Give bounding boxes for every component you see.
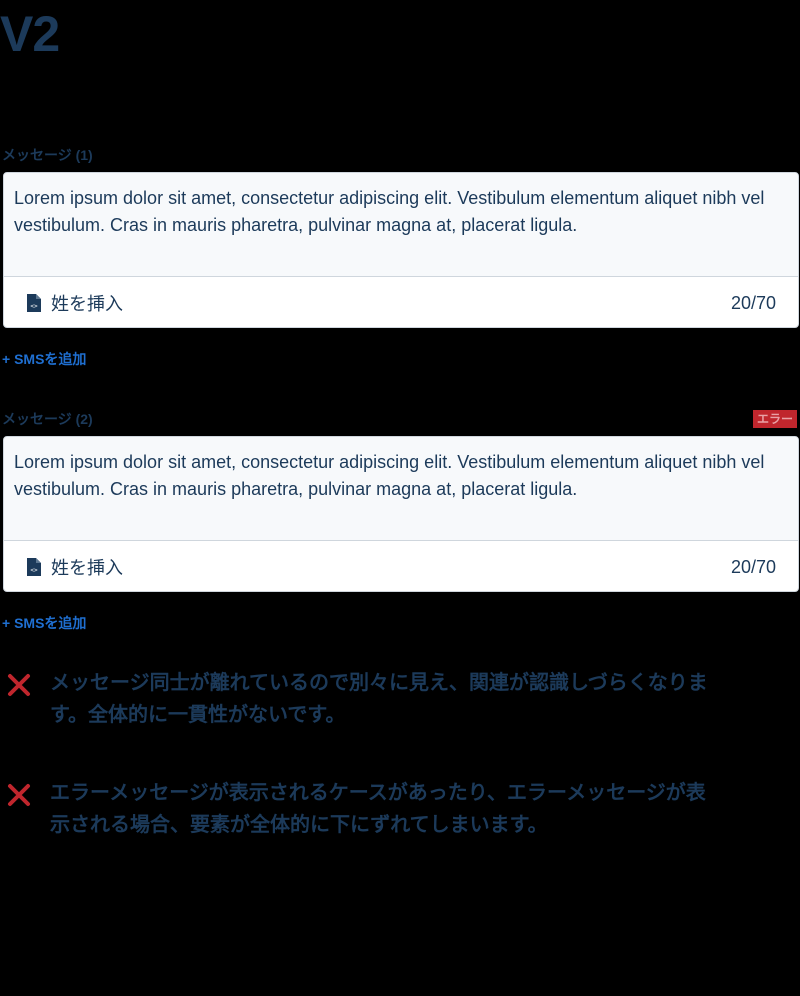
message-section-2: メッセージ (2) エラー Lorem ipsum dolor sit amet… — [0, 410, 800, 640]
message-card: Lorem ipsum dolor sit amet, consectetur … — [3, 436, 799, 592]
document-code-icon: <> — [27, 294, 41, 312]
dont-note-2: エラーメッセージが表示されるケースがあったり、エラーメッセージが表示される場合、… — [6, 776, 706, 846]
add-sms-link[interactable]: + SMSを追加 — [2, 614, 86, 632]
character-count: 20/70 — [730, 293, 776, 313]
message-textarea[interactable]: Lorem ipsum dolor sit amet, consectetur … — [4, 437, 798, 541]
error-badge: エラー — [752, 410, 797, 428]
insert-last-name-button[interactable]: <> 姓を挿入 — [26, 291, 123, 315]
svg-text:<>: <> — [30, 303, 38, 310]
message-card-footer: <> 姓を挿入 20/70 — [4, 541, 798, 591]
note-text: メッセージ同士が離れているので別々に見え、関連が認識しづらくなります。全体的に一… — [50, 670, 708, 726]
dont-note-1: メッセージ同士が離れているので別々に見え、関連が認識しづらくなります。全体的に一… — [6, 666, 708, 736]
svg-text:<>: <> — [30, 567, 38, 574]
insert-last-name-label: 姓を挿入 — [51, 558, 123, 579]
message-label: メッセージ (2) — [2, 411, 93, 427]
message-label: メッセージ (1) — [2, 147, 93, 163]
note-text: エラーメッセージが表示されるケースがあったり、エラーメッセージが表示される場合、… — [50, 780, 706, 836]
cross-icon — [8, 784, 30, 806]
add-sms-link[interactable]: + SMSを追加 — [2, 350, 86, 368]
message-textarea[interactable]: Lorem ipsum dolor sit amet, consectetur … — [4, 173, 798, 277]
insert-last-name-button[interactable]: <> 姓を挿入 — [26, 555, 123, 579]
character-count: 20/70 — [730, 557, 776, 577]
message-card: Lorem ipsum dolor sit amet, consectetur … — [3, 172, 799, 328]
cross-icon — [8, 674, 30, 696]
message-card-footer: <> 姓を挿入 20/70 — [4, 277, 798, 327]
insert-last-name-label: 姓を挿入 — [51, 294, 123, 315]
message-section-1: メッセージ (1) Lorem ipsum dolor sit amet, co… — [0, 146, 800, 376]
page-title: V2 — [0, 6, 60, 62]
document-code-icon: <> — [27, 558, 41, 576]
